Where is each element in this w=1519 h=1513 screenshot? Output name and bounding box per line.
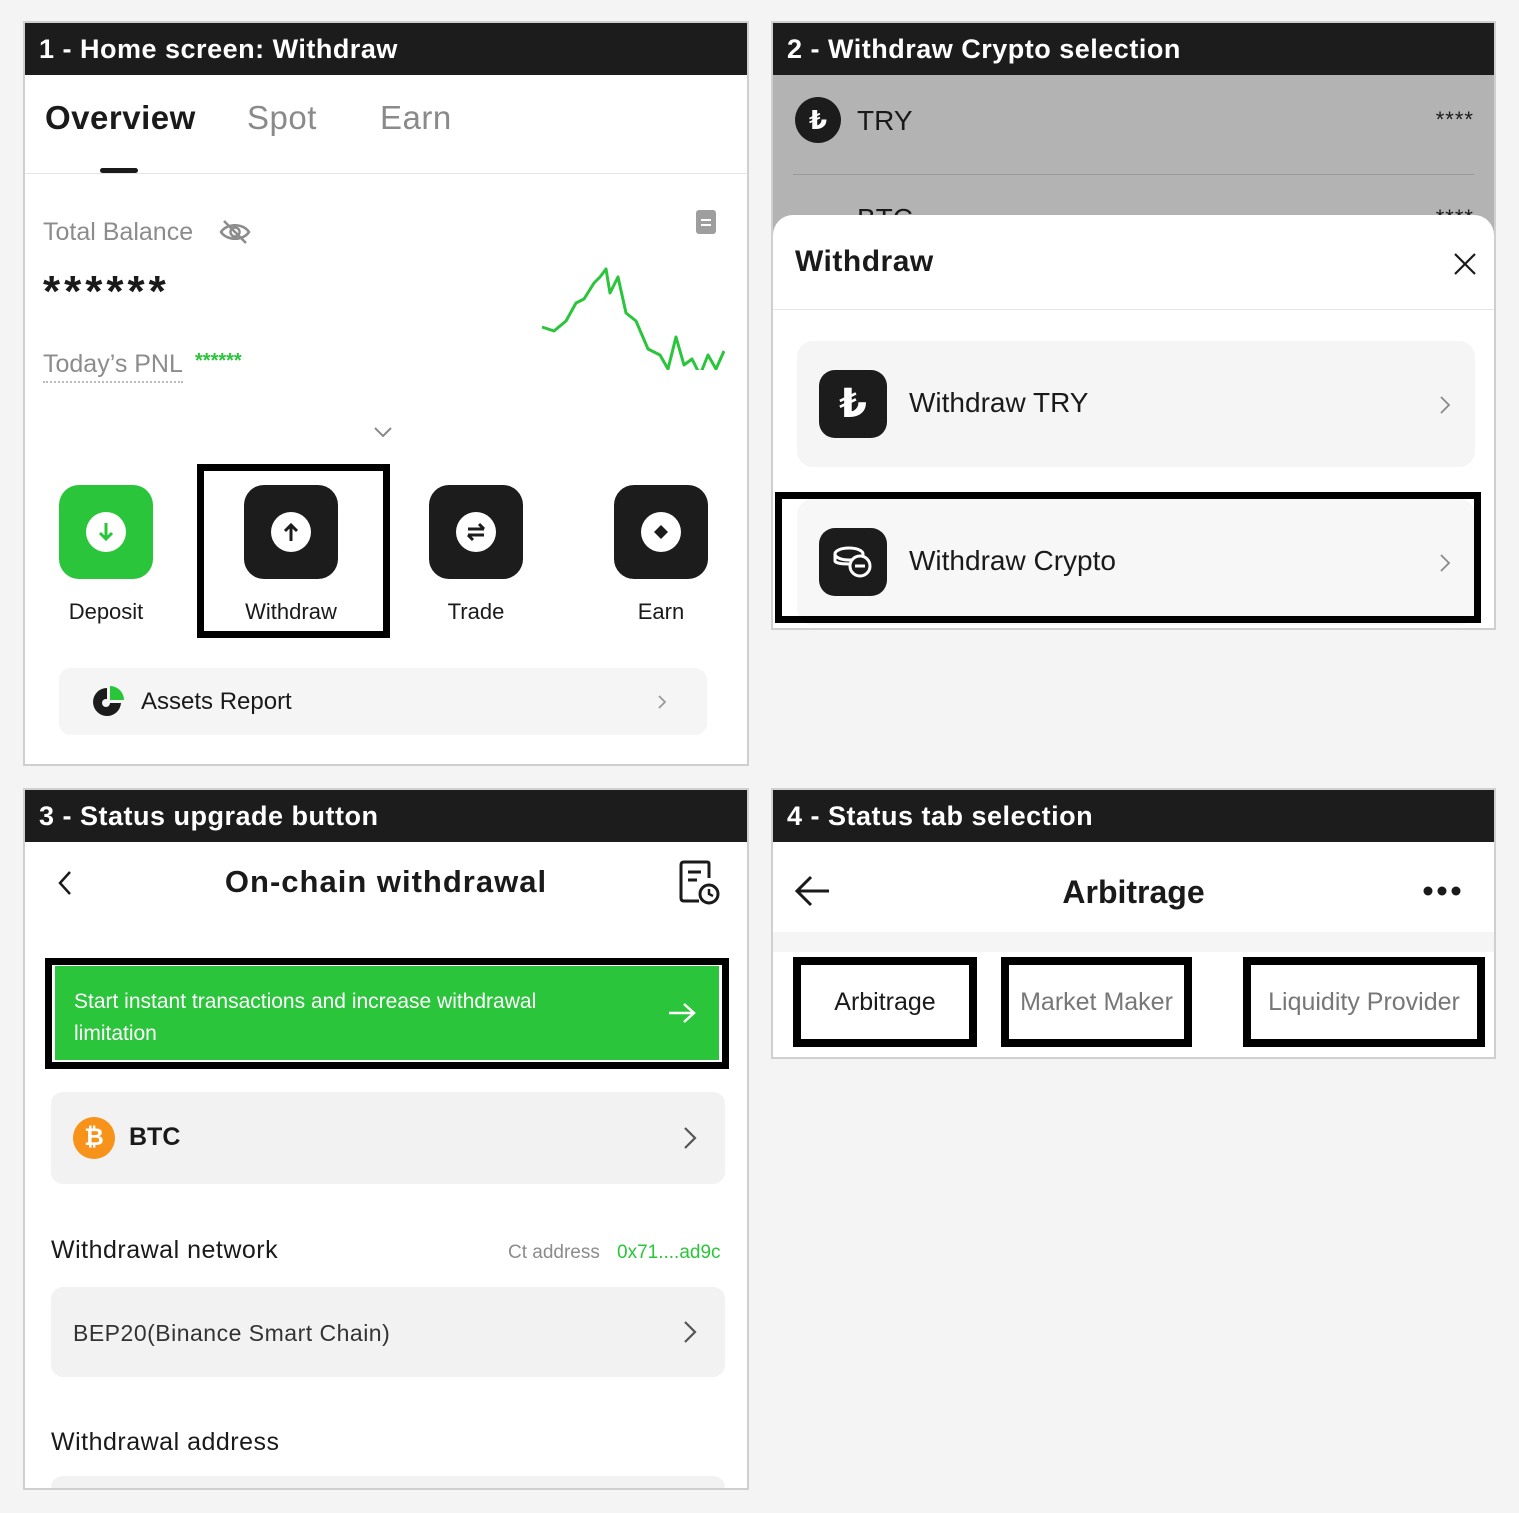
upgrade-banner-button[interactable]: Start instant transactions and increase … — [55, 966, 719, 1060]
chevron-right-icon — [1440, 554, 1451, 572]
history-icon[interactable] — [679, 860, 721, 906]
divider — [25, 173, 747, 174]
diamond-icon — [641, 512, 681, 552]
network-selector[interactable]: BEP20(Binance Smart Chain) — [51, 1287, 725, 1377]
bitcoin-icon: ₿ — [73, 1117, 115, 1159]
withdraw-sheet: Withdraw ₺ Withdraw TRY Withdraw Crypto — [773, 215, 1494, 628]
divider — [773, 309, 1494, 310]
panel-withdraw-selection: 2 - Withdraw Crypto selection ₺ TRY ****… — [771, 21, 1496, 630]
network-value: BEP20(Binance Smart Chain) — [73, 1320, 391, 1346]
address-label: Withdrawal address — [51, 1428, 280, 1456]
page-title: On-chain withdrawal — [224, 864, 548, 899]
earn-label: Earn — [637, 599, 685, 624]
withdraw-try-option[interactable]: ₺ Withdraw TRY — [797, 341, 1475, 467]
trade-button[interactable] — [429, 485, 523, 579]
network-label: Withdrawal network — [51, 1236, 279, 1264]
more-icon[interactable] — [1423, 885, 1461, 897]
document-icon[interactable] — [695, 209, 717, 235]
tab-overview[interactable]: Overview — [45, 99, 196, 137]
deposit-button[interactable] — [59, 485, 153, 579]
withdraw-label: Withdraw — [245, 599, 337, 624]
option-label: Withdraw TRY — [909, 387, 1089, 418]
arrow-down-icon — [86, 512, 126, 552]
trade-label: Trade — [447, 599, 505, 624]
withdraw-button[interactable] — [244, 485, 338, 579]
asset-symbol: TRY — [857, 105, 913, 136]
page-title: Arbitrage — [1062, 874, 1205, 910]
close-icon[interactable] — [1453, 252, 1477, 276]
sheet-title: Withdraw — [795, 245, 934, 278]
eye-off-icon[interactable] — [219, 219, 251, 245]
earn-button[interactable] — [614, 485, 708, 579]
assets-report-row[interactable]: Assets Report — [59, 668, 707, 735]
total-balance-label: Total Balance — [43, 218, 194, 246]
arrow-right-icon — [669, 1003, 696, 1023]
pnl-label[interactable]: Today’s PNL — [43, 350, 183, 383]
pie-chart-icon — [93, 686, 124, 716]
deposit-label: Deposit — [68, 599, 144, 624]
balance-sparkline — [541, 267, 725, 370]
tab-market-maker[interactable]: Market Maker — [1001, 957, 1192, 1047]
lira-icon: ₺ — [819, 370, 887, 438]
panel-header: 4 - Status tab selection — [773, 790, 1494, 842]
coin-selector[interactable]: ₿ BTC — [51, 1092, 725, 1184]
swap-icon — [456, 512, 496, 552]
panel-onchain-withdrawal: 3 - Status upgrade button On-chain withd… — [23, 788, 749, 1490]
chevron-right-icon — [684, 1127, 697, 1149]
pnl-value: ****** — [195, 350, 242, 372]
arrow-up-icon — [271, 512, 311, 552]
upgrade-banner-text: Start instant transactions and increase … — [74, 990, 537, 1045]
coin-symbol: BTC — [129, 1123, 181, 1151]
panel-header: 1 - Home screen: Withdraw — [25, 23, 747, 75]
chevron-down-icon[interactable] — [373, 425, 393, 439]
withdraw-crypto-option[interactable]: Withdraw Crypto — [797, 499, 1475, 625]
assets-report-label: Assets Report — [141, 688, 292, 715]
chevron-right-icon — [658, 695, 667, 709]
chevron-right-icon — [684, 1321, 697, 1343]
address-input[interactable] — [51, 1476, 725, 1488]
ct-address-label: Ct address — [508, 1242, 600, 1263]
balance-value: ****** — [43, 267, 170, 316]
lira-icon: ₺ — [795, 97, 841, 143]
tab-liquidity-provider[interactable]: Liquidity Provider — [1243, 957, 1485, 1047]
asset-value: **** — [1435, 107, 1474, 132]
tab-spot[interactable]: Spot — [247, 99, 317, 137]
coins-icon — [819, 528, 887, 596]
ct-address-value[interactable]: 0x71....ad9c — [617, 1242, 721, 1264]
option-label: Withdraw Crypto — [909, 545, 1116, 576]
divider — [793, 174, 1474, 175]
tab-bar-background — [773, 932, 1494, 952]
chevron-right-icon — [1440, 396, 1451, 414]
tab-arbitrage[interactable]: Arbitrage — [793, 957, 977, 1047]
tab-earn[interactable]: Earn — [380, 99, 452, 137]
panel-header: 3 - Status upgrade button — [25, 790, 747, 842]
panel-status-tabs: 4 - Status tab selection Arbitrage Arbit… — [771, 788, 1496, 1059]
panel-home-screen: 1 - Home screen: Withdraw Overview Spot … — [23, 21, 749, 766]
panel-header: 2 - Withdraw Crypto selection — [773, 23, 1494, 75]
